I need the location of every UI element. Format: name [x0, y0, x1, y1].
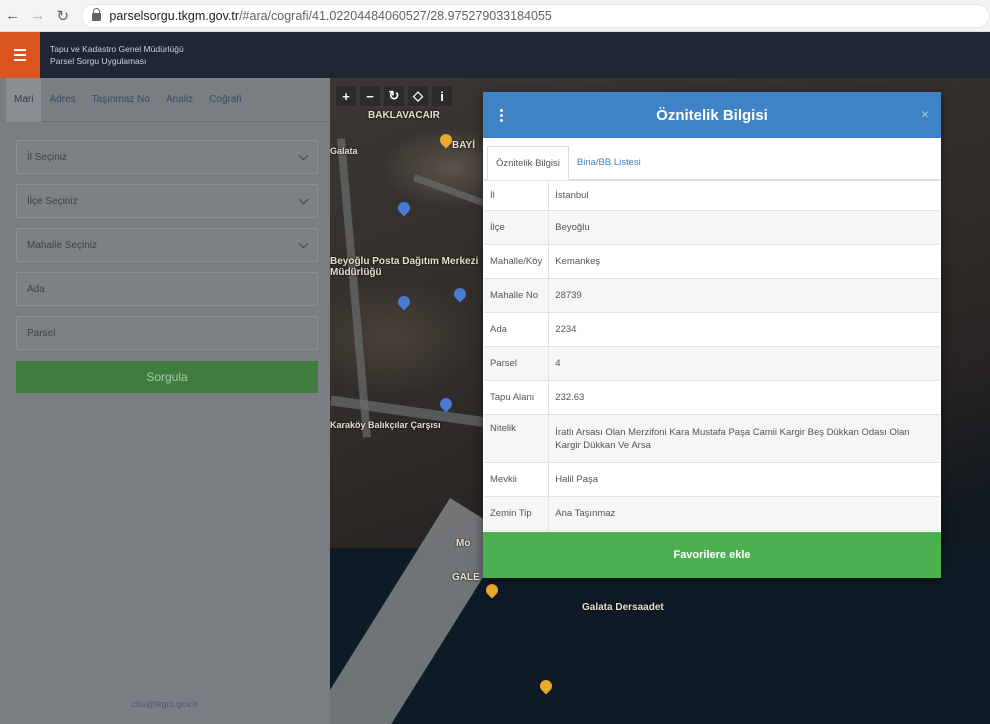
attr-value: Kemankeş — [548, 244, 940, 279]
parsel-input[interactable]: Parsel — [16, 316, 318, 350]
table-row: Parsel 4 — [484, 346, 940, 381]
table-row: Mevkii Halil Paşa — [484, 462, 940, 497]
app-title: Tapu ve Kadastro Genel Müdürlüğü Parsel … — [50, 43, 184, 67]
menu-icon[interactable] — [0, 32, 40, 78]
table-row: Ada 2234 — [484, 312, 940, 347]
forward-arrow-icon[interactable]: → — [25, 3, 50, 29]
close-icon[interactable]: × — [921, 106, 929, 122]
chevron-down-icon — [298, 238, 309, 249]
ada-input[interactable]: Ada — [16, 272, 318, 306]
map-label: Galata Dersaadet — [582, 602, 664, 613]
zoom-out-icon[interactable]: − — [360, 86, 380, 106]
tab-tasinmaz-no[interactable]: Taşınmaz No — [84, 78, 158, 122]
search-sidebar: Mari Adres Taşınmaz No Analiz Coğrafi İl… — [0, 77, 330, 724]
attr-key: Ada — [484, 312, 550, 347]
attr-key: Nitelik — [484, 414, 550, 463]
tab-analiz[interactable]: Analiz — [158, 78, 201, 122]
table-row: İl İstanbul — [484, 180, 940, 211]
map-label: Beyoğlu Posta Dağıtım Merkezi Müdürlüğü — [330, 256, 479, 278]
ada-placeholder: Ada — [27, 283, 45, 295]
map-label: BAKLAVACAIR — [368, 110, 440, 121]
refresh-icon[interactable]: ↻ — [384, 86, 404, 106]
attr-value: Ana Taşınmaz — [548, 496, 940, 531]
browser-toolbar: ← → ↻ parselsorgu.tkgm.gov.tr/#ara/cogra… — [0, 0, 990, 32]
table-row: Mahalle/Köy Kemankeş — [484, 244, 940, 279]
address-bar[interactable]: parselsorgu.tkgm.gov.tr/#ara/cografi/41.… — [81, 3, 990, 28]
map-label: BAYİ — [452, 140, 475, 151]
table-row: İlçe Beyoğlu — [484, 210, 940, 245]
locate-icon[interactable]: ◇ — [408, 86, 428, 106]
attr-value: Halil Paşa — [548, 462, 940, 497]
zoom-in-icon[interactable]: + — [336, 86, 356, 106]
url-path: /#ara/cografi/41.02204484060527/28.97527… — [239, 8, 552, 23]
app-title-line2: Parsel Sorgu Uygulaması — [50, 56, 147, 66]
app-title-line1: Tapu ve Kadastro Genel Müdürlüğü — [50, 44, 184, 54]
attr-value: 2234 — [548, 312, 940, 347]
dialog-title: Öznitelik Bilgisi — [656, 106, 768, 124]
table-row: Nitelik İratlı Arsası Olan Merzifoni Kara… — [484, 414, 940, 463]
reload-icon[interactable]: ↻ — [50, 3, 75, 29]
tab-adres[interactable]: Adres — [41, 78, 83, 122]
tab-bina-bb-listesi[interactable]: Bina/BB Listesi — [569, 145, 649, 179]
attr-value: 4 — [548, 346, 940, 381]
app-header: Tapu ve Kadastro Genel Müdürlüğü Parsel … — [0, 32, 990, 78]
map-toolbar: + − ↻ ◇ i — [336, 86, 452, 106]
ilce-select[interactable]: İlçe Seçiniz — [16, 184, 318, 218]
il-select[interactable]: İl Seçiniz — [16, 140, 318, 174]
tab-cografi[interactable]: Coğrafi — [201, 78, 249, 122]
map-road — [336, 138, 372, 438]
dialog-header: Öznitelik Bilgisi × — [483, 92, 941, 138]
add-to-favorites-button[interactable]: Favorilere ekle — [483, 532, 941, 578]
search-tabs: Mari Adres Taşınmaz No Analiz Coğrafi — [0, 77, 330, 122]
attr-key: Mahalle/Köy — [484, 244, 550, 279]
map-label: Karaköy Balıkçılar Çarşısı — [330, 420, 441, 430]
attr-value: İratlı Arsası Olan Merzifoni Kara Mustaf… — [548, 414, 940, 463]
tab-mari[interactable]: Mari — [6, 77, 42, 122]
ilce-select-value: İlçe Seçiniz — [27, 195, 78, 207]
attribute-dialog: Öznitelik Bilgisi × Öznitelik Bilgisi Bi… — [483, 92, 941, 578]
attr-key: İl — [484, 180, 550, 211]
attr-value: 232.63 — [548, 380, 940, 415]
attr-value: İstanbul — [548, 180, 940, 211]
query-button[interactable]: Sorgula — [16, 361, 318, 393]
dialog-tabs: Öznitelik Bilgisi Bina/BB Listesi — [483, 138, 941, 180]
map-label: Galata — [330, 146, 358, 156]
map-pin-icon[interactable] — [395, 293, 413, 311]
parsel-placeholder: Parsel — [27, 327, 56, 339]
footer-email[interactable]: cbs@tkgm.gov.tr — [0, 684, 330, 724]
map-pin-icon[interactable] — [451, 285, 469, 303]
table-row: Tapu Alanı 232.63 — [484, 380, 940, 415]
attribute-table: İl İstanbul İlçe Beyoğlu Mahalle/Köy Kemank… — [484, 180, 940, 557]
attr-value: Beyoğlu — [548, 210, 940, 245]
map-label: GALE — [452, 572, 480, 583]
chevron-down-icon — [298, 150, 309, 161]
il-select-value: İl Seçiniz — [27, 151, 68, 163]
tab-oznitelik-bilgisi[interactable]: Öznitelik Bilgisi — [487, 146, 569, 180]
attr-key: İlçe — [484, 210, 550, 245]
attr-value: 28739 — [548, 278, 940, 313]
map-pin-icon[interactable] — [395, 199, 413, 217]
back-arrow-icon[interactable]: ← — [0, 3, 25, 29]
attr-key: Tapu Alanı — [484, 380, 550, 415]
attr-key: Mevkii — [484, 462, 550, 497]
table-row: Zemin Tip Ana Taşınmaz — [484, 496, 940, 531]
table-row: Mahalle No 28739 — [484, 278, 940, 313]
info-icon[interactable]: i — [432, 86, 452, 106]
mahalle-select-value: Mahalle Seçiniz — [27, 239, 98, 251]
attr-key: Parsel — [484, 346, 550, 381]
mahalle-select[interactable]: Mahalle Seçiniz — [16, 228, 318, 262]
url-host: parselsorgu.tkgm.gov.tr — [109, 8, 240, 23]
attr-key: Mahalle No — [484, 278, 550, 313]
attr-key: Zemin Tip — [484, 496, 550, 531]
chevron-down-icon — [298, 194, 309, 205]
map-label: Mo — [456, 538, 471, 549]
lock-icon — [92, 8, 102, 21]
